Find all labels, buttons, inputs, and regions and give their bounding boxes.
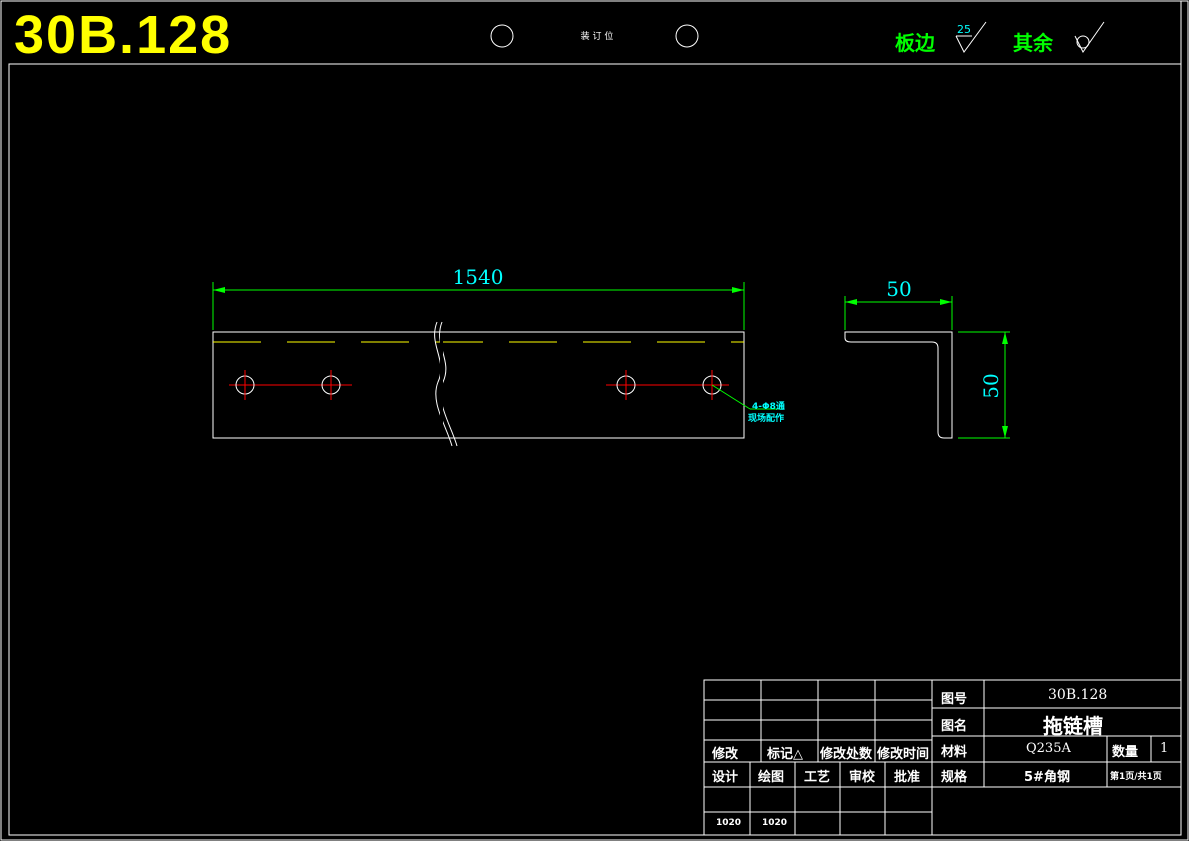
quantity-value: 1 bbox=[1160, 741, 1169, 756]
quantity-label: 数量 bbox=[1112, 745, 1139, 760]
sign-label-drawing: 绘图 bbox=[758, 770, 785, 785]
binding-label: 装 订 位 bbox=[581, 30, 614, 42]
dim-arrow-side-bottom bbox=[1002, 426, 1008, 438]
spec-value: 5#角钢 bbox=[1024, 770, 1070, 785]
length-dimension: 1540 bbox=[453, 265, 504, 289]
sign-label-design: 设计 bbox=[712, 770, 739, 785]
material-label: 材料 bbox=[941, 745, 968, 760]
break-gap-mask bbox=[440, 333, 443, 437]
dim-arrow-side-left bbox=[845, 299, 857, 305]
rev-label-time: 修改时间 bbox=[877, 747, 930, 762]
drawing-no-value: 30B.128 bbox=[1048, 687, 1108, 703]
binding-hole-left bbox=[490, 24, 514, 48]
height-dimension: 50 bbox=[979, 373, 1003, 398]
sign-label-process: 工艺 bbox=[804, 770, 831, 785]
design-date: 1020 bbox=[716, 818, 742, 828]
hole-note-line2: 现场配作 bbox=[748, 412, 784, 424]
side-view: 50 50 bbox=[844, 277, 1010, 439]
spec-label: 规格 bbox=[941, 770, 968, 785]
drawing-date: 1020 bbox=[762, 818, 788, 828]
dim-arrow-side-right bbox=[940, 299, 952, 305]
front-view: 1540 4-Φ8通 现场配作 bbox=[212, 265, 785, 447]
part-name-label: 图名 bbox=[941, 719, 968, 734]
rev-label-modify: 修改 bbox=[712, 747, 739, 762]
outer-border bbox=[0, 0, 1189, 841]
sign-label-approve: 批准 bbox=[894, 770, 921, 785]
others-label: 其余 bbox=[1013, 31, 1054, 55]
binding-hole-right bbox=[675, 24, 699, 48]
inner-frame bbox=[8, 63, 1182, 836]
no-machining-symbol-icon bbox=[1074, 21, 1105, 53]
break-line-1 bbox=[434, 321, 453, 447]
rev-label-count: 修改处数 bbox=[820, 747, 873, 762]
drawing-number-title: 30B.128 bbox=[14, 5, 233, 65]
page-info: 第1页/共1页 bbox=[1110, 772, 1162, 782]
plate-edge-roughness-value: 25 bbox=[957, 23, 971, 36]
material-value: Q235A bbox=[1026, 741, 1071, 756]
dim-arrow-right bbox=[732, 287, 744, 293]
drawing-no-label: 图号 bbox=[941, 692, 968, 707]
plate-edge-label: 板边 bbox=[895, 31, 936, 55]
part-name-value: 拖链槽 bbox=[1043, 714, 1103, 738]
rev-label-mark: 标记△ bbox=[767, 747, 803, 762]
dim-arrow-left bbox=[213, 287, 225, 293]
dim-arrow-side-top bbox=[1002, 332, 1008, 344]
angle-section-outline bbox=[844, 331, 953, 439]
sign-label-review: 审校 bbox=[849, 770, 876, 785]
hole-note-line1: 4-Φ8通 bbox=[752, 400, 785, 412]
width-dimension: 50 bbox=[886, 277, 911, 301]
drawing-sheet: 装 订 位 板边 25 其余 1540 4-Φ8通 现场配作 50 50 bbox=[0, 0, 1189, 841]
